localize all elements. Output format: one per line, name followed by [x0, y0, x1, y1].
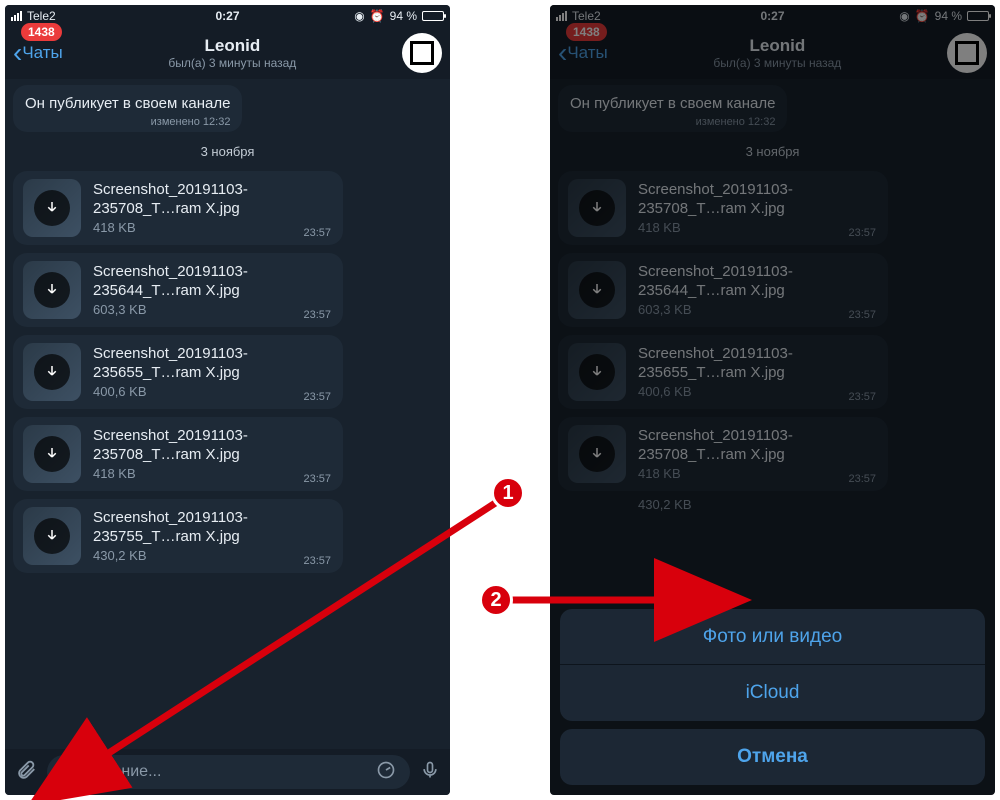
sticker-icon[interactable] [376, 760, 396, 785]
file-thumbnail [23, 343, 81, 401]
alarm-icon: ⏰ [370, 9, 385, 23]
phone-screenshot-1: Tele2 0:27 ◉ ⏰ 94 % ‹ Чаты 1438 Leonid б… [5, 5, 450, 795]
unread-badge: 1438 [21, 23, 62, 41]
file-name: Screenshot_20191103-235708_T…ram X.jpg [93, 427, 333, 465]
attach-icon[interactable] [15, 759, 37, 786]
download-icon[interactable] [34, 436, 70, 472]
file-list: Screenshot_20191103-235708_T…ram X.jpg41… [13, 171, 442, 573]
location-icon: ◉ [354, 9, 364, 23]
file-time: 23:57 [303, 309, 331, 321]
back-label: Чаты [22, 43, 62, 63]
chat-subtitle: был(а) 3 минуты назад [168, 56, 296, 70]
sheet-photo-video[interactable]: Фото или видео [560, 609, 985, 665]
download-icon[interactable] [34, 518, 70, 554]
chat-title-block[interactable]: Leonid был(а) 3 минуты назад [168, 36, 296, 70]
file-size: 418 KB [93, 220, 333, 235]
sheet-cancel[interactable]: Отмена [560, 729, 985, 785]
file-name: Screenshot_20191103-235755_T…ram X.jpg [93, 509, 333, 547]
chat-title: Leonid [168, 36, 296, 56]
status-bar: Tele2 0:27 ◉ ⏰ 94 % [5, 5, 450, 27]
battery-percent: 94 % [390, 9, 417, 23]
carrier-label: Tele2 [27, 9, 56, 23]
callout-1: 1 [491, 476, 525, 510]
date-separator: 3 ноября [13, 144, 442, 159]
message-input[interactable]: Сообщение... [47, 755, 410, 789]
message-placeholder: Сообщение... [61, 763, 161, 781]
file-attachment[interactable]: Screenshot_20191103-235708_T…ram X.jpg41… [13, 417, 343, 491]
callout-2: 2 [479, 583, 513, 617]
file-time: 23:57 [303, 391, 331, 403]
signal-icon [11, 11, 22, 21]
clock: 0:27 [215, 9, 239, 23]
download-icon[interactable] [34, 272, 70, 308]
file-time: 23:57 [303, 473, 331, 485]
file-name: Screenshot_20191103-235708_T…ram X.jpg [93, 181, 333, 219]
attach-action-sheet: Фото или видео iCloud Отмена [560, 609, 985, 785]
avatar-image [410, 41, 434, 65]
file-thumbnail [23, 425, 81, 483]
file-attachment[interactable]: Screenshot_20191103-235644_T…ram X.jpg60… [13, 253, 343, 327]
avatar[interactable] [402, 33, 442, 73]
file-time: 23:57 [303, 227, 331, 239]
download-icon[interactable] [34, 190, 70, 226]
file-thumbnail [23, 179, 81, 237]
chat-header: ‹ Чаты 1438 Leonid был(а) 3 минуты назад [5, 27, 450, 79]
file-name: Screenshot_20191103-235655_T…ram X.jpg [93, 345, 333, 383]
back-button[interactable]: ‹ Чаты 1438 [13, 39, 63, 67]
file-attachment[interactable]: Screenshot_20191103-235655_T…ram X.jpg40… [13, 335, 343, 409]
file-name: Screenshot_20191103-235644_T…ram X.jpg [93, 263, 333, 301]
file-time: 23:57 [303, 555, 331, 567]
input-bar: Сообщение... [5, 749, 450, 795]
file-size: 430,2 KB [93, 548, 333, 563]
download-icon[interactable] [34, 354, 70, 390]
incoming-message[interactable]: Он публикует в своем канале изменено 12:… [13, 85, 242, 132]
message-edited: изменено 12:32 [151, 116, 231, 128]
chevron-left-icon: ‹ [13, 39, 22, 67]
file-thumbnail [23, 261, 81, 319]
file-attachment[interactable]: Screenshot_20191103-235708_T…ram X.jpg41… [13, 171, 343, 245]
chat-scroll[interactable]: Он публикует в своем канале изменено 12:… [5, 79, 450, 587]
sheet-icloud[interactable]: iCloud [560, 665, 985, 721]
file-size: 418 KB [93, 466, 333, 481]
mic-icon[interactable] [420, 759, 440, 786]
battery-icon [422, 11, 444, 21]
message-text: Он публикует в своем канале [25, 95, 230, 112]
file-size: 400,6 KB [93, 384, 333, 399]
file-thumbnail [23, 507, 81, 565]
file-size: 603,3 KB [93, 302, 333, 317]
file-attachment[interactable]: Screenshot_20191103-235755_T…ram X.jpg43… [13, 499, 343, 573]
phone-screenshot-2: Tele2 0:27 ◉ ⏰ 94 % ‹ Чаты 1438 Leonid б… [550, 5, 995, 795]
